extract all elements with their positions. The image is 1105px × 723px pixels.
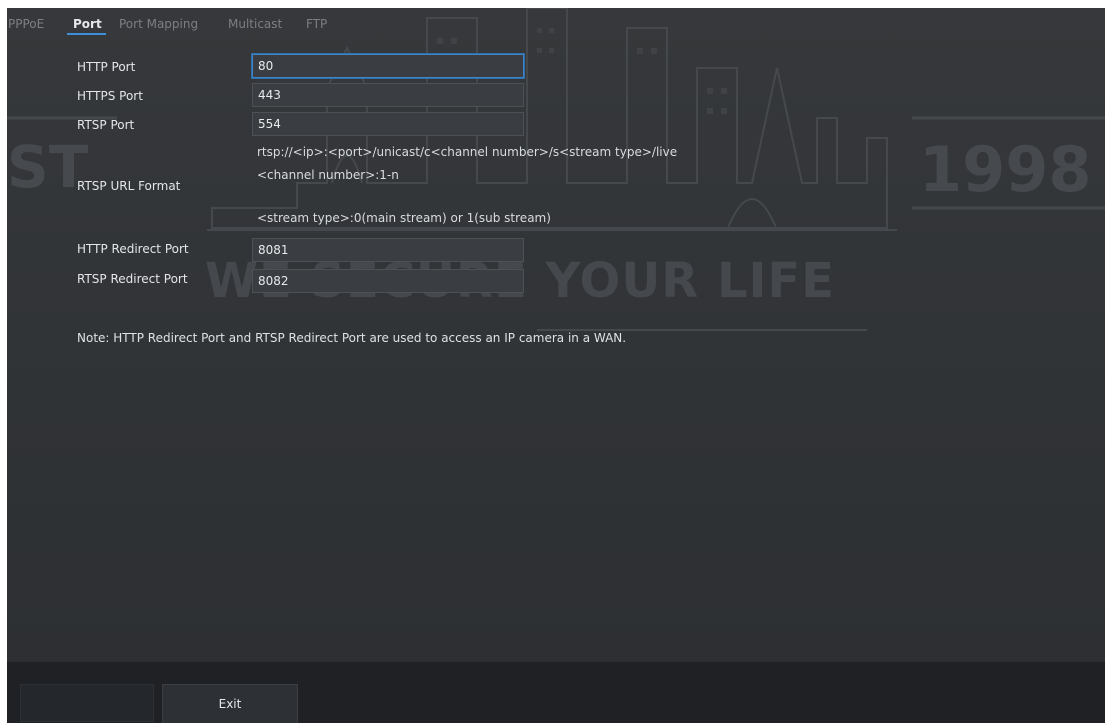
http-redirect-port-input[interactable]: 8081 xyxy=(252,238,524,262)
note-text: Note: HTTP Redirect Port and RTSP Redire… xyxy=(77,331,627,345)
footer-bar: Exit xyxy=(7,661,1105,723)
https-port-input[interactable]: 443 xyxy=(252,83,524,107)
https-port-label: HTTPS Port xyxy=(77,89,143,103)
active-tab-indicator xyxy=(67,33,106,35)
rtsp-url-format-line3: <stream type>:0(main stream) or 1(sub st… xyxy=(257,211,551,225)
watermark: ST 1998 WE SECURE YOUR LIFE xyxy=(7,8,1105,723)
watermark-right-text: 1998 xyxy=(919,133,1092,206)
rtsp-port-input[interactable]: 554 xyxy=(252,112,524,136)
rtsp-url-format-label: RTSP URL Format xyxy=(77,179,181,193)
network-settings-window: ST 1998 WE SECURE YOUR LIFE PPPoE Port P… xyxy=(7,8,1105,723)
http-port-input[interactable]: 80 xyxy=(252,54,524,78)
http-port-label: HTTP Port xyxy=(77,60,136,74)
tab-multicast[interactable]: Multicast xyxy=(228,17,282,31)
rtsp-url-format-line2: <channel number>:1-n xyxy=(257,168,399,182)
rtsp-redirect-port-input[interactable]: 8082 xyxy=(252,269,524,293)
tab-bar: PPPoE Port Port Mapping Multicast FTP xyxy=(7,8,1105,38)
tab-ftp[interactable]: FTP xyxy=(306,17,327,31)
rtsp-redirect-port-label: RTSP Redirect Port xyxy=(77,272,188,286)
tab-port[interactable]: Port xyxy=(73,17,102,31)
tab-port-mapping[interactable]: Port Mapping xyxy=(119,17,198,31)
exit-button[interactable]: Exit xyxy=(162,684,298,723)
watermark-skyline xyxy=(7,8,1105,331)
rtsp-port-label: RTSP Port xyxy=(77,118,135,132)
rtsp-url-format-line1: rtsp://<ip>:<port>/unicast/c<channel num… xyxy=(257,145,678,159)
http-redirect-port-label: HTTP Redirect Port xyxy=(77,242,189,256)
footer-placeholder-button xyxy=(20,684,154,722)
tab-pppoe[interactable]: PPPoE xyxy=(8,17,44,31)
